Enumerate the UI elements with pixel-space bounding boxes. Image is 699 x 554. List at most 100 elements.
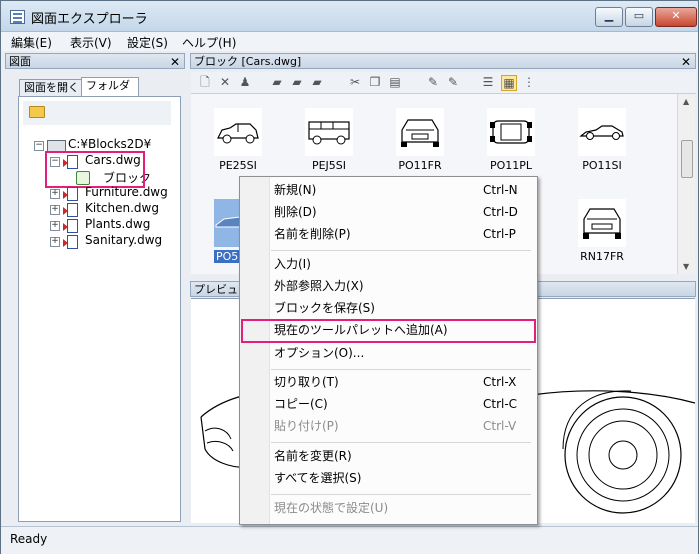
left-pane-close-icon[interactable]: ✕ (170, 54, 180, 70)
menu-settings[interactable]: 設定(S) (127, 34, 168, 51)
window-title: 図面エクスプローラ (31, 12, 148, 27)
menu-item-cut[interactable]: 切り取り(T) Ctrl-X (240, 372, 537, 393)
xref-icon[interactable]: ▰ (290, 75, 304, 89)
block-label: PO11SI (582, 159, 622, 172)
tree-view-icon[interactable]: ⋮ (522, 75, 536, 89)
menu-separator (271, 250, 531, 251)
tree-root[interactable]: C:¥Blocks2D¥ (68, 137, 151, 151)
paste-icon[interactable]: ▤ (388, 75, 402, 89)
menu-item-shortcut: Ctrl-C (483, 397, 518, 411)
blocks-pane-title: ブロック [Cars.dwg] (194, 55, 302, 68)
menu-item-shortcut: Ctrl-P (483, 227, 516, 241)
delete-icon[interactable]: ✕ (218, 75, 232, 89)
block-label: RN17FR (580, 250, 624, 263)
block-thumb-po11pl[interactable] (487, 108, 535, 156)
tree-item-sanitary[interactable]: Sanitary.dwg (85, 233, 162, 247)
status-text: Ready (10, 532, 48, 546)
menu-separator (271, 494, 531, 495)
dwg-file-icon (63, 186, 78, 201)
tree-item-furniture[interactable]: Furniture.dwg (85, 185, 168, 199)
left-pane-header: 図面 ✕ (5, 53, 185, 69)
menu-item-save-block[interactable]: ブロックを保存(S) (240, 298, 537, 319)
menu-item-select-all[interactable]: すべてを選択(S) (240, 468, 537, 489)
menu-item-copy[interactable]: コピー(C) Ctrl-C (240, 394, 537, 415)
block-thumb-po11si[interactable] (578, 108, 626, 156)
block-label: PE25SI (219, 159, 257, 172)
menu-item-delete[interactable]: 削除(D) Ctrl-D (240, 202, 537, 223)
left-pane-title: 図面 (9, 55, 31, 68)
tree-item-kitchen[interactable]: Kitchen.dwg (85, 201, 159, 215)
menu-item-label: 外部参照入力(X) (274, 279, 364, 293)
plants-expander-icon[interactable]: + (50, 221, 60, 231)
menu-item-label: 現在の状態で設定(U) (274, 501, 389, 515)
blocks-pane-header: ブロック [Cars.dwg] ✕ (190, 53, 696, 69)
thumbnail-view-icon[interactable]: ▦ (501, 75, 517, 91)
sanitary-expander-icon[interactable]: + (50, 237, 60, 247)
menu-separator (271, 442, 531, 443)
kitchen-expander-icon[interactable]: + (50, 205, 60, 215)
scroll-thumb[interactable] (681, 140, 693, 178)
blocks-pane-close-icon[interactable]: ✕ (681, 54, 691, 70)
list-view-icon[interactable]: ☰ (481, 75, 495, 89)
pen-settings-icon[interactable]: ✎ (446, 75, 460, 89)
menu-item-options[interactable]: オプション(O)... (240, 343, 537, 364)
dwg-file-icon (63, 218, 78, 233)
insert-icon[interactable]: ▰ (270, 75, 284, 89)
scroll-up-icon[interactable]: ▲ (683, 97, 689, 106)
menu-item-label: すべてを選択(S) (274, 471, 362, 485)
menu-item-shortcut: Ctrl-N (483, 183, 518, 197)
menu-item-shortcut: Ctrl-X (483, 375, 517, 389)
save-block-icon[interactable]: ▰ (310, 75, 324, 89)
dwg-file-icon (63, 234, 78, 249)
menu-item-new[interactable]: 新規(N) Ctrl-N (240, 180, 537, 201)
tab-open-drawings[interactable]: 図面を開く (19, 79, 84, 97)
copy-icon[interactable]: ❐ (368, 75, 382, 89)
menu-item-rename[interactable]: 名前を変更(R) (240, 446, 537, 467)
minimize-button[interactable]: ▁ (595, 7, 623, 27)
menu-separator (271, 369, 531, 370)
folder-icon[interactable] (29, 106, 45, 118)
block-thumb-rn17fr[interactable] (578, 199, 626, 247)
app-icon (10, 10, 25, 24)
menu-item-label: 名前を変更(R) (274, 449, 352, 463)
tab-folders[interactable]: フォルダ (81, 77, 139, 98)
scroll-down-icon[interactable]: ▼ (683, 262, 689, 271)
menu-item-shortcut: Ctrl-D (483, 205, 518, 219)
title-bar: 図面エクスプローラ ▁ ▭ ✕ (1, 1, 698, 32)
app-window: 図面エクスプローラ ▁ ▭ ✕ 編集(E) 表示(V) 設定(S) ヘルプ(H)… (0, 0, 699, 554)
block-thumb-pe25si[interactable] (214, 108, 262, 156)
menu-item-label: ブロックを保存(S) (274, 301, 375, 315)
menu-item-label: オプション(O)... (274, 346, 365, 360)
furniture-expander-icon[interactable]: + (50, 189, 60, 199)
menu-bar: 編集(E) 表示(V) 設定(S) ヘルプ(H) (1, 32, 698, 51)
context-menu: 新規(N) Ctrl-N 削除(D) Ctrl-D 名前を削除(P) Ctrl-P 入… (239, 176, 538, 525)
block-thumb-pej5si[interactable] (305, 108, 353, 156)
root-collapse-icon[interactable]: − (34, 141, 44, 151)
menu-item-label: コピー(C) (274, 397, 328, 411)
blocks-toolbar: 🗋 ✕ ♟ ▰ ▰ ▰ ✂ ❐ ▤ ✎ ✎ ☰ ▦ ⋮ (191, 72, 696, 94)
status-bar: Ready (1, 526, 698, 554)
menu-item-purge[interactable]: 名前を削除(P) Ctrl-P (240, 224, 537, 245)
block-label: PO11FR (398, 159, 442, 172)
menu-item-label: 削除(D) (274, 205, 317, 219)
cut-icon[interactable]: ✂ (348, 75, 362, 89)
menu-item-label: 切り取り(T) (274, 375, 339, 389)
close-button[interactable]: ✕ (655, 7, 697, 27)
menu-view[interactable]: 表示(V) (70, 34, 112, 51)
block-thumb-po11fr[interactable] (396, 108, 444, 156)
menu-item-label: 現在のツールパレットへ追加(A) (274, 323, 448, 337)
menu-item-add-to-tool-palette[interactable]: 現在のツールパレットへ追加(A) (241, 319, 536, 343)
maximize-button[interactable]: ▭ (625, 7, 653, 27)
purge-icon[interactable]: ♟ (238, 75, 252, 89)
menu-item-paste[interactable]: 貼り付け(P) Ctrl-V (240, 416, 537, 437)
menu-item-label: 名前を削除(P) (274, 227, 351, 241)
pen-icon[interactable]: ✎ (426, 75, 440, 89)
menu-help[interactable]: ヘルプ(H) (182, 34, 236, 51)
blocks-scrollbar[interactable]: ▲ ▼ (677, 94, 695, 274)
menu-edit[interactable]: 編集(E) (11, 34, 52, 51)
tree-item-plants[interactable]: Plants.dwg (85, 217, 150, 231)
menu-item-xref[interactable]: 外部参照入力(X) (240, 276, 537, 297)
new-icon[interactable]: 🗋 (198, 75, 212, 89)
menu-item-set-current[interactable]: 現在の状態で設定(U) (240, 498, 537, 519)
menu-item-insert[interactable]: 入力(I) (240, 254, 537, 275)
